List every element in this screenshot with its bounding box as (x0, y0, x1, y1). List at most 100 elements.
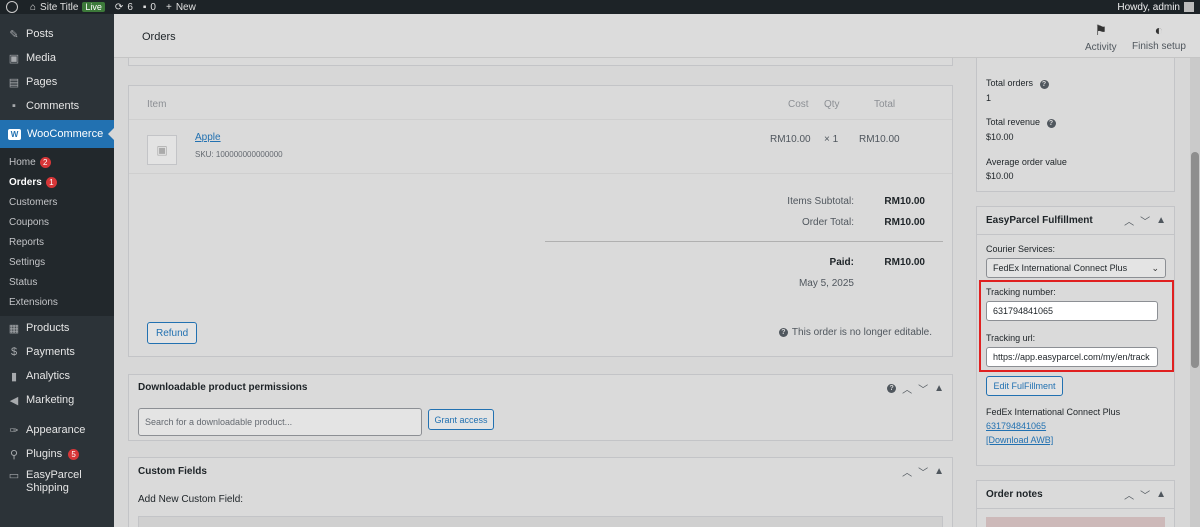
live-badge: Live (82, 2, 105, 12)
items-subtotal-value: RM10.00 (884, 196, 925, 207)
chevron-up-icon[interactable]: ︿ (1124, 213, 1134, 228)
help-icon[interactable]: ? (1046, 119, 1056, 128)
total-revenue-value: $10.00 (986, 132, 1014, 142)
refund-button[interactable]: Refund (147, 322, 198, 344)
account-menu[interactable]: Howdy, admin (1117, 0, 1194, 14)
submenu-home[interactable]: Home 2 (0, 152, 114, 172)
paid-date: May 5, 2025 (798, 278, 854, 289)
menu-comments[interactable]: ▪ Comments (0, 94, 114, 118)
submenu-reports[interactable]: Reports (0, 232, 114, 252)
downloadable-product-search-input[interactable]: Search for a downloadable product... (138, 408, 422, 436)
customer-history-panel: Total orders ? 1 Total revenue ? $10.00 … (976, 58, 1175, 192)
items-table-header: Item Cost Qty Total (129, 86, 952, 118)
not-editable-notice: ? This order is no longer editable. (778, 327, 932, 338)
panel-controls: ︿ ﹀ ▲ (1124, 213, 1166, 228)
submenu-extensions[interactable]: Extensions (0, 292, 114, 312)
panel-controls: ? ︿ ﹀ ▲ (887, 381, 944, 396)
product-image-placeholder-icon: ▣ (147, 135, 177, 165)
col-total: Total (874, 99, 896, 110)
menu-appearance[interactable]: ✑ Appearance (0, 418, 114, 442)
panel-title: EasyParcel Fulfillment (986, 215, 1093, 226)
site-title-link[interactable]: ⌂ Site Title Live (30, 2, 105, 13)
grant-access-button[interactable]: Grant access (428, 409, 494, 430)
chevron-up-icon[interactable]: ︿ (1124, 487, 1134, 502)
items-subtotal-label: Items Subtotal: (787, 196, 854, 207)
panel-divider (977, 508, 1174, 509)
collapse-arrow-icon[interactable]: ▲ (934, 466, 944, 477)
comments-link[interactable]: ▪ 0 (143, 2, 156, 13)
chevron-down-icon[interactable]: ﹀ (1140, 487, 1150, 502)
analytics-icon: ▮ (10, 370, 18, 383)
col-qty: Qty (824, 99, 840, 110)
menu-easyparcel-shipping[interactable]: ▭ EasyParcel Shipping (0, 466, 114, 496)
chevron-down-icon[interactable]: ﹀ (918, 381, 928, 396)
collapse-arrow-icon[interactable]: ▲ (1156, 489, 1166, 500)
submenu-settings[interactable]: Settings (0, 252, 114, 272)
help-icon[interactable]: ? (887, 384, 897, 393)
aov-label: Average order value (986, 157, 1067, 167)
menu-media[interactable]: ▣ Media (0, 46, 114, 70)
edit-fulfillment-button[interactable]: Edit FulFillment (986, 376, 1063, 396)
menu-woocommerce[interactable]: W WooCommerce (0, 120, 114, 148)
tracking-fields-highlight (979, 280, 1174, 372)
updates-icon: ⟳ (114, 1, 124, 13)
menu-plugins[interactable]: ⚲ Plugins 5 (0, 442, 114, 466)
scrollbar-thumb[interactable] (1191, 152, 1199, 368)
table-row: ▣ Apple SKU: 100000000000000 RM10.00 × 1… (129, 119, 952, 174)
activity-button[interactable]: ⚑ Activity (1085, 22, 1117, 53)
chevron-down-icon[interactable]: ﹀ (918, 464, 928, 479)
custom-field-table (138, 516, 943, 527)
courier-services-label: Courier Services: (986, 244, 1056, 254)
order-items-panel: Item Cost Qty Total ▣ Apple SKU: 1000000… (128, 85, 953, 357)
chevron-down-icon[interactable]: ﹀ (1140, 213, 1150, 228)
panel-controls: ︿ ﹀ ▲ (1124, 487, 1166, 502)
wordpress-logo-icon[interactable] (6, 1, 18, 13)
item-total: RM10.00 (859, 134, 900, 145)
submenu-customers[interactable]: Customers (0, 192, 114, 212)
pin-icon: ✎ (9, 28, 19, 41)
item-cost: RM10.00 (770, 134, 811, 145)
admin-bar: ⌂ Site Title Live ⟳ 6 ▪ 0 + New Howdy, a… (0, 0, 1200, 14)
order-total-value: RM10.00 (884, 217, 925, 228)
submenu-orders[interactable]: Orders 1 (0, 172, 114, 192)
panel-title: Custom Fields (138, 466, 207, 477)
download-awb-link[interactable]: [Download AWB] (986, 435, 1053, 445)
col-item: Item (147, 99, 167, 110)
payments-icon: $ (10, 346, 18, 358)
menu-payments[interactable]: $ Payments (0, 340, 114, 364)
plugins-badge: 5 (68, 448, 80, 460)
pages-icon: ▤ (8, 76, 20, 89)
help-icon[interactable]: ? (1039, 80, 1049, 89)
updates-link[interactable]: ⟳ 6 (115, 2, 133, 13)
home-badge: 2 (39, 156, 51, 168)
menu-analytics[interactable]: ▮ Analytics (0, 364, 114, 388)
item-name-link[interactable]: Apple (195, 132, 221, 143)
aov-value: $10.00 (986, 171, 1014, 181)
orders-badge: 1 (45, 176, 57, 188)
submenu-status[interactable]: Status (0, 272, 114, 292)
tracking-number-link[interactable]: 631794841065 (986, 421, 1046, 431)
new-content-link[interactable]: + New (166, 2, 196, 13)
page-title: Orders (142, 31, 176, 43)
finish-setup-button[interactable]: ◐ Finish setup (1132, 22, 1186, 52)
collapse-arrow-icon[interactable]: ▲ (934, 383, 944, 394)
home-icon: ⌂ (30, 1, 37, 13)
marketing-icon: ◀ (9, 394, 19, 407)
menu-posts[interactable]: ✎ Posts (0, 22, 114, 46)
totals-divider (545, 241, 943, 242)
menu-marketing[interactable]: ◀ Marketing (0, 388, 114, 412)
menu-products[interactable]: ▦ Products (0, 316, 114, 340)
avatar (1184, 2, 1194, 12)
submenu-coupons[interactable]: Coupons (0, 212, 114, 232)
plus-icon: + (165, 1, 172, 13)
menu-pages[interactable]: ▤ Pages (0, 70, 114, 94)
flag-icon: ⚑ (1094, 22, 1108, 38)
comment-bubble-icon: ▪ (142, 1, 147, 13)
collapse-arrow-icon[interactable]: ▲ (1156, 215, 1166, 226)
plugins-icon: ⚲ (9, 448, 19, 461)
courier-services-select[interactable]: FedEx International Connect Plus ⌄ (986, 258, 1166, 278)
chevron-up-icon[interactable]: ︿ (902, 464, 912, 479)
appearance-icon: ✑ (9, 424, 19, 437)
chevron-up-icon[interactable]: ︿ (902, 381, 912, 396)
order-total-label: Order Total: (801, 217, 854, 228)
